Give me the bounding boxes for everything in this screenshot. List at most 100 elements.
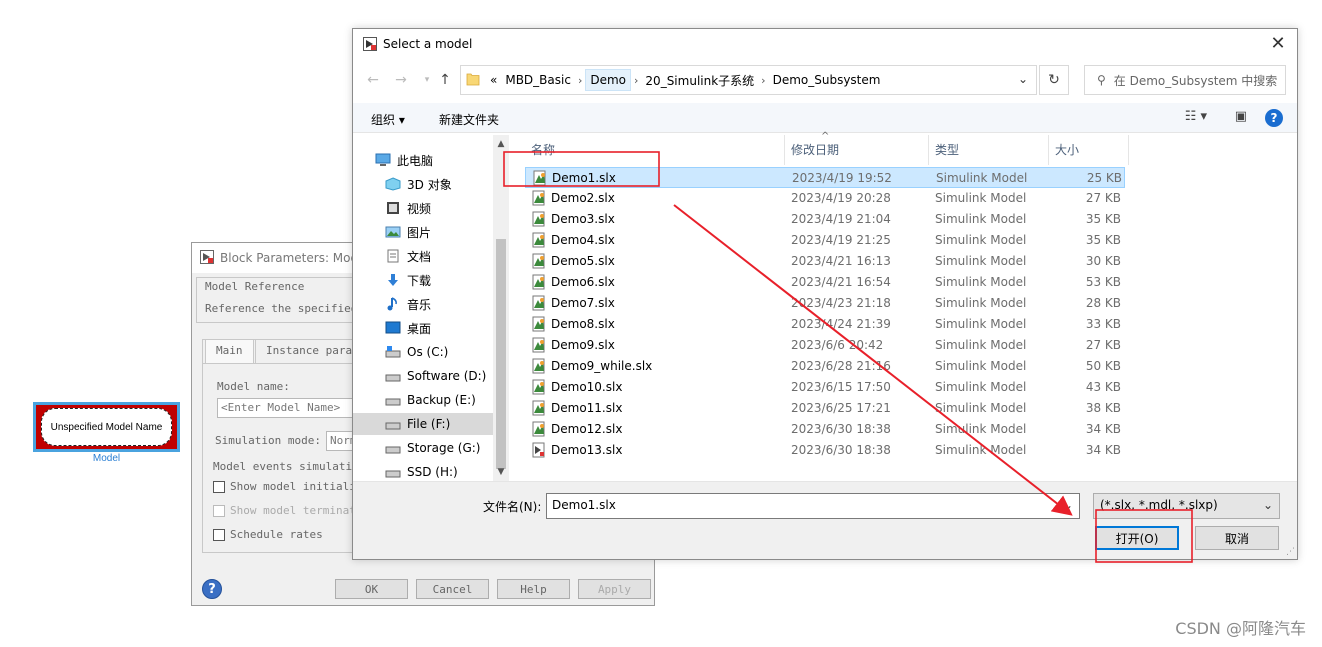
- show-model-initialize-checkbox[interactable]: Show model initiali: [213, 480, 356, 493]
- file-list-header: ^ 名称 修改日期 类型 大小: [525, 131, 1129, 165]
- apply-button[interactable]: Apply: [578, 579, 651, 599]
- document-icon: [385, 249, 401, 263]
- close-icon[interactable]: ✕: [1267, 33, 1289, 55]
- chevron-down-icon[interactable]: ⌄: [1063, 498, 1073, 512]
- file-size: 27 KB: [1085, 338, 1121, 352]
- breadcrumb-demo-subsystem[interactable]: Demo_Subsystem: [769, 73, 885, 87]
- help-icon[interactable]: ?: [1265, 109, 1283, 127]
- scroll-down-arrow-icon[interactable]: ▼: [493, 467, 509, 477]
- model-block-caption[interactable]: Model: [33, 453, 180, 464]
- file-name: Demo2.slx: [551, 191, 615, 205]
- view-options-icon[interactable]: ☷ ▾: [1185, 109, 1207, 124]
- simulink-app-icon: [363, 37, 377, 54]
- cancel-button[interactable]: Cancel: [416, 579, 489, 599]
- address-bar[interactable]: « MBD_Basic › Demo › 20_Simulink子系统 › De…: [460, 65, 1037, 95]
- chevron-right-icon[interactable]: ›: [575, 74, 585, 87]
- open-button[interactable]: 打开(O): [1095, 526, 1179, 550]
- file-date: 2023/6/28 21:16: [791, 359, 891, 373]
- new-folder-button[interactable]: 新建文件夹: [439, 111, 499, 128]
- file-row[interactable]: Demo11.slx 2023/6/25 17:21 Simulink Model 3…: [525, 398, 1125, 419]
- refresh-icon[interactable]: ↻: [1039, 65, 1069, 95]
- chevron-down-icon[interactable]: ⌄: [1263, 498, 1273, 512]
- file-row[interactable]: Demo10.slx 2023/6/15 17:50 Simulink Model 4…: [525, 377, 1125, 398]
- nav-videos[interactable]: 视频: [385, 197, 431, 219]
- model-reference-block[interactable]: Unspecified Model Name: [33, 402, 180, 452]
- chevron-right-icon[interactable]: ›: [631, 74, 641, 87]
- nav-pictures[interactable]: 图片: [385, 221, 431, 243]
- breadcrumb-demo[interactable]: Demo: [585, 69, 632, 91]
- file-row[interactable]: Demo1.slx 2023/4/19 19:52 Simulink Model 25…: [525, 167, 1125, 188]
- breadcrumb-overflow[interactable]: «: [486, 73, 501, 87]
- dialog-title: Select a model: [383, 37, 473, 51]
- cube-icon: [385, 177, 401, 191]
- forward-arrow-icon[interactable]: →: [393, 72, 409, 88]
- help-button[interactable]: Help: [497, 579, 570, 599]
- file-type: Simulink Model: [935, 212, 1027, 226]
- file-row[interactable]: Demo5.slx 2023/4/21 16:13 Simulink Model 30…: [525, 251, 1125, 272]
- recent-locations-chevron-icon[interactable]: ▾: [419, 72, 435, 88]
- schedule-rates-checkbox[interactable]: Schedule rates: [213, 528, 323, 541]
- nav-downloads[interactable]: 下载: [385, 269, 431, 291]
- column-name[interactable]: 名称: [525, 135, 785, 165]
- file-date: 2023/6/25 17:21: [791, 401, 891, 415]
- simulink-model-icon: [531, 316, 547, 335]
- preview-pane-icon[interactable]: ▣: [1235, 109, 1247, 124]
- model-name-input[interactable]: <Enter Model Name>: [217, 398, 357, 418]
- file-row[interactable]: Demo9_while.slx 2023/6/28 21:16 Simulink M…: [525, 356, 1125, 377]
- file-name: Demo9.slx: [551, 338, 615, 352]
- file-row[interactable]: Demo12.slx 2023/6/30 18:38 Simulink Model 3…: [525, 419, 1125, 440]
- simulink-model-icon: [531, 274, 547, 293]
- up-arrow-icon[interactable]: ↑: [437, 72, 453, 88]
- organize-menu[interactable]: 组织 ▾: [371, 111, 405, 128]
- file-row[interactable]: Demo8.slx 2023/4/24 21:39 Simulink Model 33…: [525, 314, 1125, 335]
- ok-button[interactable]: OK: [335, 579, 408, 599]
- file-row[interactable]: Demo3.slx 2023/4/19 21:04 Simulink Model 35…: [525, 209, 1125, 230]
- nav-documents[interactable]: 文档: [385, 245, 431, 267]
- nav-drive-d[interactable]: Software (D:): [385, 365, 486, 387]
- column-type[interactable]: 类型: [929, 135, 1049, 165]
- file-row[interactable]: Demo6.slx 2023/4/21 16:54 Simulink Model 53…: [525, 272, 1125, 293]
- scroll-up-arrow-icon[interactable]: ▲: [493, 139, 509, 149]
- nav-music[interactable]: 音乐: [385, 293, 431, 315]
- back-arrow-icon[interactable]: ←: [365, 72, 381, 88]
- group-description: Reference the specified: [205, 302, 358, 315]
- file-row[interactable]: Demo13.slx 2023/6/30 18:38 Simulink Model 3…: [525, 440, 1125, 461]
- file-size: 53 KB: [1085, 275, 1121, 289]
- model-block-label: Unspecified Model Name: [41, 408, 172, 446]
- nav-drive-c[interactable]: Os (C:): [385, 341, 448, 363]
- show-model-terminate-checkbox[interactable]: Show model terminat: [213, 504, 356, 517]
- file-row[interactable]: Demo9.slx 2023/6/6 20:42 Simulink Model 27 …: [525, 335, 1125, 356]
- nav-drive-e[interactable]: Backup (E:): [385, 389, 476, 411]
- search-input[interactable]: ⚲ 在 Demo_Subsystem 中搜索: [1084, 65, 1286, 95]
- chevron-right-icon[interactable]: ›: [758, 74, 768, 87]
- file-type-select[interactable]: (*.slx, *.mdl, *.slxp) ⌄: [1093, 493, 1280, 519]
- breadcrumb-mbd-basic[interactable]: MBD_Basic: [501, 73, 575, 87]
- column-date[interactable]: 修改日期: [785, 135, 929, 165]
- file-name: Demo11.slx: [551, 401, 623, 415]
- file-row[interactable]: Demo4.slx 2023/4/19 21:25 Simulink Model 35…: [525, 230, 1125, 251]
- file-row[interactable]: Demo2.slx 2023/4/19 20:28 Simulink Model 27…: [525, 188, 1125, 209]
- nav-drive-h[interactable]: SSD (H:): [385, 461, 458, 483]
- nav-this-pc[interactable]: 此电脑: [375, 149, 433, 171]
- nav-drive-f[interactable]: File (F:): [353, 413, 493, 435]
- nav-desktop[interactable]: 桌面: [385, 317, 431, 339]
- nav-drive-g[interactable]: Storage (G:): [385, 437, 480, 459]
- model-events-label: Model events simulatio: [213, 460, 359, 473]
- nav-3d-objects[interactable]: 3D 对象: [385, 173, 452, 195]
- simulink-model-icon: [531, 379, 547, 398]
- address-dropdown-icon[interactable]: ⌄: [1018, 72, 1028, 86]
- toolbar: 组织 ▾ 新建文件夹 ☷ ▾ ▣ ?: [353, 103, 1297, 133]
- resize-grip-icon[interactable]: ⋰: [1286, 547, 1295, 557]
- file-type: Simulink Model: [935, 296, 1027, 310]
- breadcrumb-simulink-subsystem[interactable]: 20_Simulink子系统: [641, 72, 758, 89]
- column-size[interactable]: 大小: [1049, 135, 1129, 165]
- dialog-footer: 文件名(N): Demo1.slx ⌄ (*.slx, *.mdl, *.slx…: [353, 481, 1297, 559]
- navigation-scrollbar-thumb[interactable]: [496, 239, 506, 469]
- file-date: 2023/6/15 17:50: [791, 380, 891, 394]
- tab-main[interactable]: Main: [205, 339, 254, 363]
- help-question-icon[interactable]: ?: [202, 579, 222, 599]
- filename-input[interactable]: Demo1.slx ⌄: [546, 493, 1080, 519]
- drive-icon: [385, 369, 401, 383]
- cancel-button[interactable]: 取消: [1195, 526, 1279, 550]
- file-row[interactable]: Demo7.slx 2023/4/23 21:18 Simulink Model 28…: [525, 293, 1125, 314]
